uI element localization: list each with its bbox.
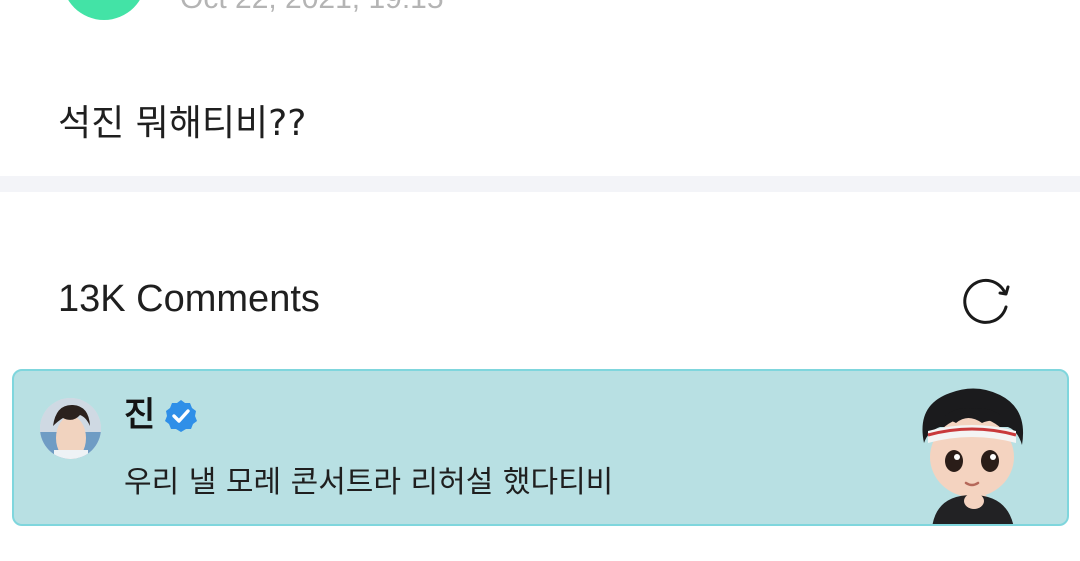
commenter-name[interactable]: 진 [124, 393, 155, 437]
comments-count: 13K Comments [58, 278, 320, 320]
character-sticker [922, 388, 1024, 524]
section-divider [0, 176, 1080, 192]
verified-badge-icon [165, 400, 197, 432]
avatar-photo [40, 398, 101, 459]
post-date: Oct 22, 2021, 19:15 [180, 0, 444, 16]
comment-text: 우리 낼 모레 콘서트라 리허설 했다티비 [124, 465, 614, 500]
post-text: 석진 뭐해티비?? [58, 103, 307, 144]
refresh-button[interactable] [956, 272, 1016, 328]
commenter-avatar[interactable] [40, 398, 101, 459]
refresh-icon [963, 278, 1010, 324]
pinned-comment[interactable]: 진 우리 낼 모레 콘서트라 리허설 했다티비 [12, 369, 1069, 526]
post-header: Oct 22, 2021, 19:15 [0, 0, 1080, 22]
author-avatar[interactable] [62, 0, 146, 20]
